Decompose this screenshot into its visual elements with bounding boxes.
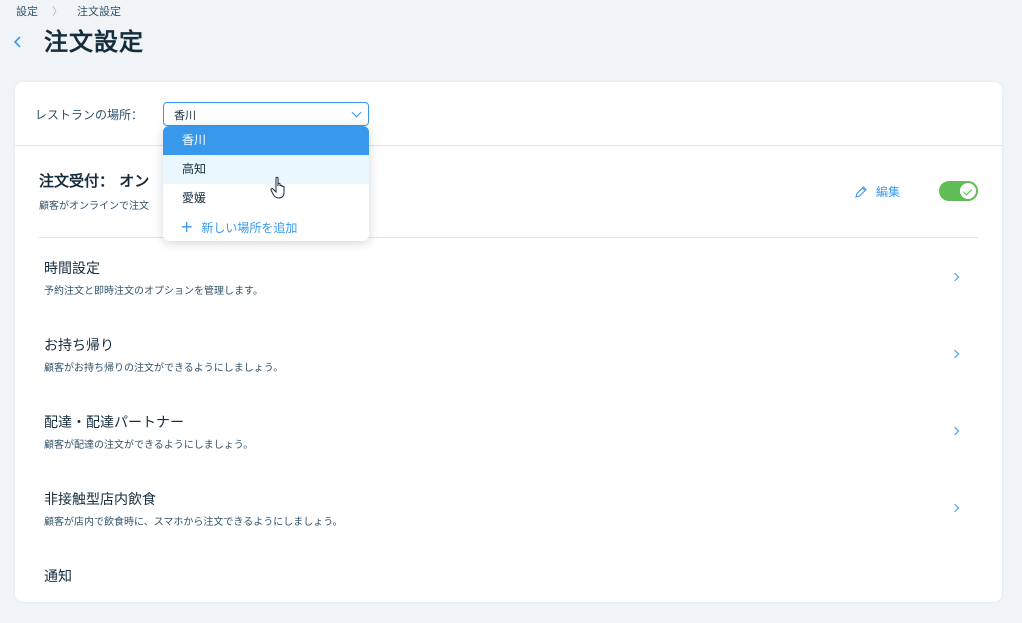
order-acceptance-title: 注文受付： オン [39, 172, 150, 190]
location-option[interactable]: 香川 [163, 126, 369, 155]
settings-row-desc: 予約注文と即時注文のオプションを管理します。 [44, 286, 263, 297]
order-acceptance-desc: 顧客がオンラインで注文 [39, 201, 149, 212]
settings-row-hours[interactable]: 時間設定 予約注文と即時注文のオプションを管理します。 [39, 238, 978, 315]
pencil-icon [855, 185, 867, 198]
breadcrumb: 設定 〉 注文設定 [16, 3, 121, 19]
location-option[interactable]: 高知 [163, 155, 369, 184]
location-option[interactable]: 愛媛 [163, 184, 369, 213]
settings-row-title: 通知 [44, 569, 72, 585]
page-title: 注文設定 [44, 28, 144, 56]
chevron-right-icon [950, 426, 960, 436]
chevron-left-icon [13, 36, 21, 48]
hand-pointer-icon [270, 176, 285, 199]
settings-row-title: 時間設定 [44, 261, 100, 277]
settings-row-desc: 顧客が配達の注文ができるようにしましょう。 [44, 440, 254, 451]
settings-row-title: 配達・配達パートナー [44, 415, 184, 431]
check-icon [962, 186, 973, 196]
edit-button[interactable]: 編集 [854, 183, 900, 200]
settings-row-desc: 顧客がお持ち帰りの注文ができるようにしましょう。 [44, 363, 284, 374]
settings-row-title: お持ち帰り [44, 338, 114, 354]
settings-row-desc: 顧客が店内で飲食時に、スマホから注文できるようにしましょう。 [44, 517, 343, 528]
settings-row-contactless-dining[interactable]: 非接触型店内飲食 顧客が店内で飲食時に、スマホから注文できるようにしましょう。 [39, 469, 978, 546]
back-button[interactable] [12, 30, 28, 52]
toggle-knob [960, 183, 976, 199]
breadcrumb-current: 注文設定 [77, 5, 121, 18]
chevron-right-icon: 〉 [52, 5, 63, 18]
chevron-right-icon [950, 503, 960, 513]
chevron-down-icon [351, 107, 362, 118]
chevron-right-icon [950, 272, 960, 282]
location-dropdown-menu: 香川 高知 愛媛 + 新しい場所を追加 [163, 126, 369, 241]
location-label: レストランの場所： [35, 108, 144, 122]
location-select[interactable]: 香川 [163, 102, 369, 126]
location-select-value: 香川 [174, 109, 196, 122]
settings-row-pickup[interactable]: お持ち帰り 顧客がお持ち帰りの注文ができるようにしましょう。 [39, 315, 978, 392]
add-location-button[interactable]: + 新しい場所を追加 [163, 213, 369, 241]
add-location-label: 新しい場所を追加 [201, 220, 298, 235]
chevron-right-icon [950, 349, 960, 359]
breadcrumb-root[interactable]: 設定 [16, 3, 38, 19]
settings-row-notifications[interactable]: 通知 [39, 546, 978, 623]
edit-label: 編集 [875, 185, 900, 199]
settings-row-title: 非接触型店内飲食 [44, 492, 156, 508]
plus-icon: + [180, 217, 194, 236]
order-acceptance-toggle[interactable] [939, 181, 978, 201]
settings-row-delivery[interactable]: 配達・配達パートナー 顧客が配達の注文ができるようにしましょう。 [39, 392, 978, 469]
